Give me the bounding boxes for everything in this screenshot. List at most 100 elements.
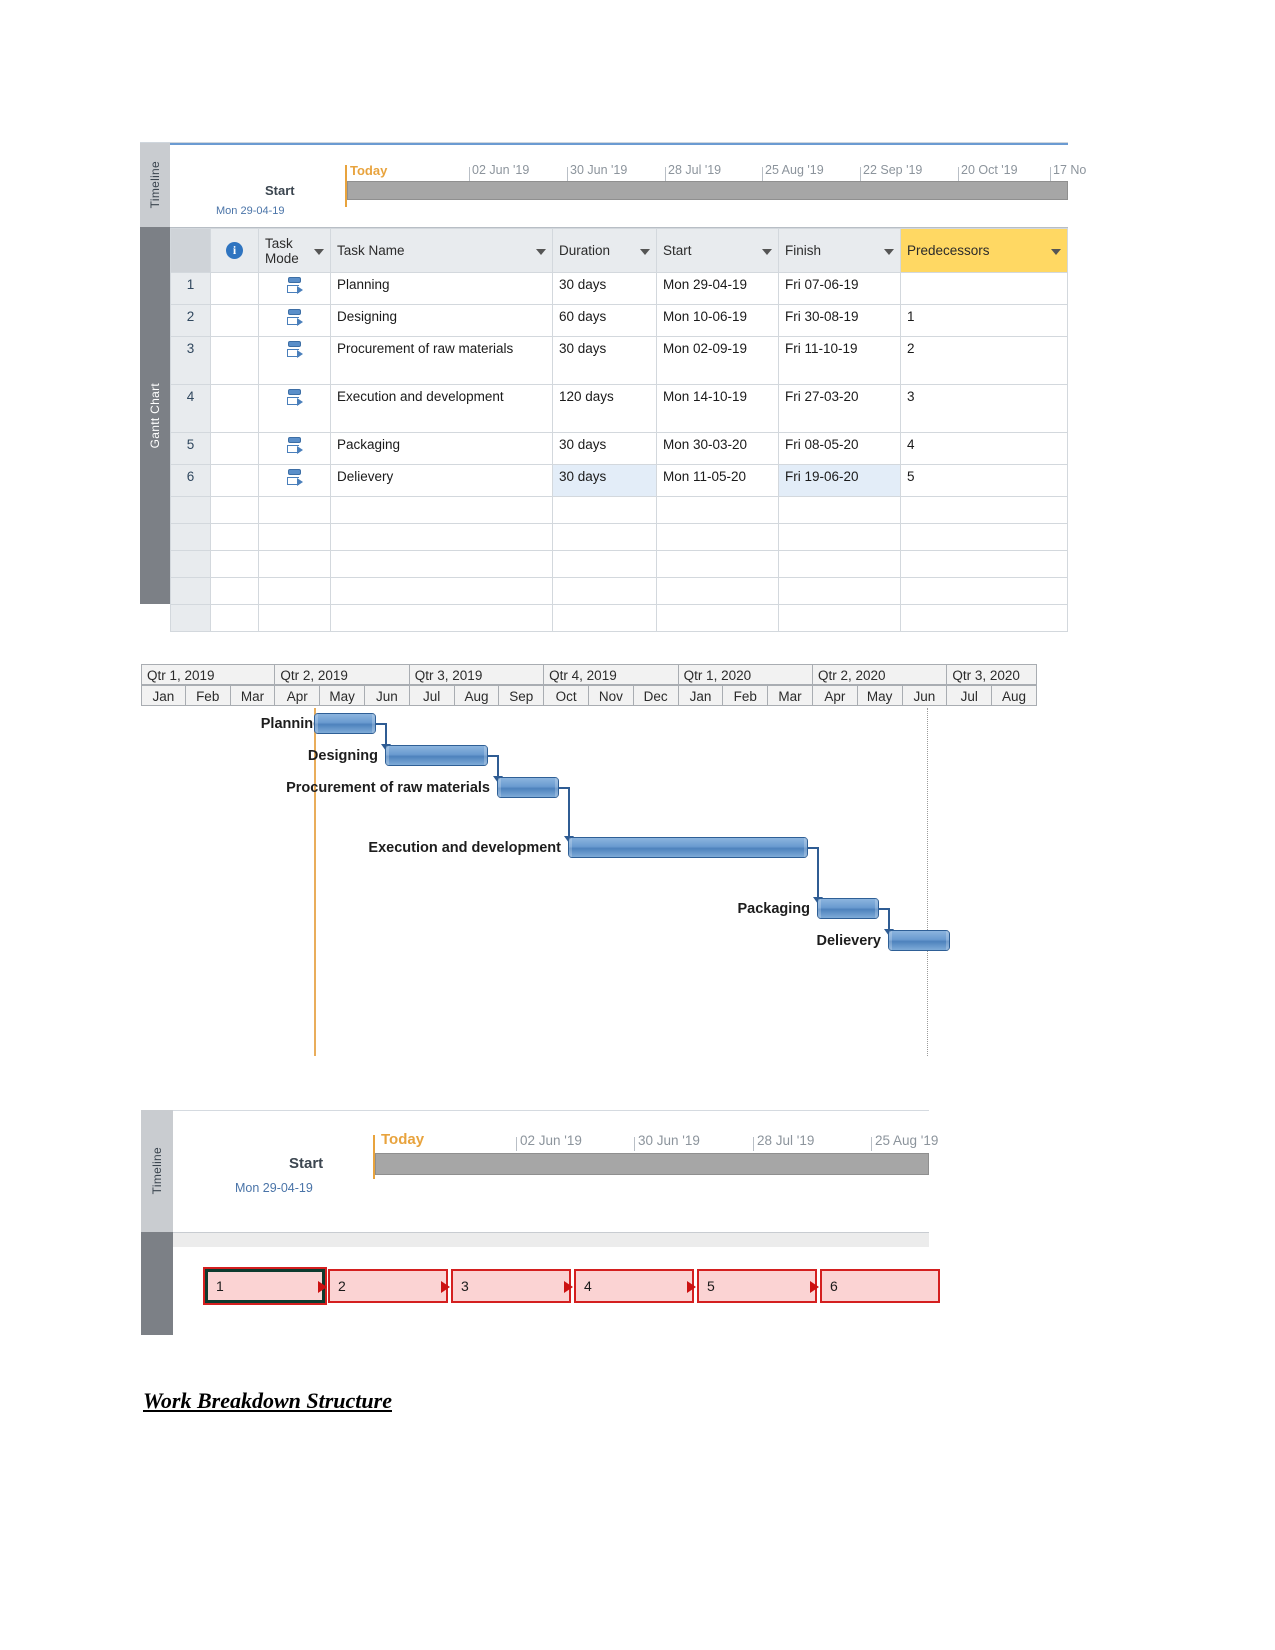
row-duration[interactable]: 30 days bbox=[552, 432, 657, 465]
row-task-mode[interactable] bbox=[258, 523, 331, 551]
row-indicator[interactable] bbox=[210, 464, 259, 497]
row-task-mode[interactable] bbox=[258, 496, 331, 524]
chevron-down-icon[interactable] bbox=[314, 248, 324, 255]
row-indicator[interactable] bbox=[210, 432, 259, 465]
row-finish[interactable]: Fri 07-06-19 bbox=[778, 272, 901, 305]
row-predecessors[interactable]: 3 bbox=[900, 384, 1068, 433]
row-id[interactable]: 1 bbox=[170, 272, 211, 305]
row-id[interactable] bbox=[170, 496, 211, 524]
row-task-name[interactable] bbox=[330, 577, 553, 605]
column-header-task-name[interactable]: Task Name bbox=[330, 228, 553, 273]
network-node[interactable]: 6 bbox=[820, 1269, 940, 1303]
row-finish[interactable]: Fri 19-06-20 bbox=[778, 464, 901, 497]
row-predecessors[interactable] bbox=[900, 272, 1068, 305]
row-predecessors[interactable]: 2 bbox=[900, 336, 1068, 385]
table-row[interactable]: 4 Execution and development 120 days Mon 14… bbox=[170, 384, 1068, 433]
row-indicator[interactable] bbox=[210, 336, 259, 385]
table-row[interactable]: 5 Packaging 30 days Mon 30-03-20 Fri 08-05-2… bbox=[170, 432, 1068, 465]
row-task-mode[interactable] bbox=[258, 550, 331, 578]
gantt-panel-tab[interactable]: Gantt Chart bbox=[140, 227, 170, 604]
column-header-predecessors[interactable]: Predecessors bbox=[900, 228, 1068, 273]
row-task-mode[interactable] bbox=[258, 604, 331, 632]
gantt-bar-packaging[interactable] bbox=[817, 898, 879, 919]
row-indicator[interactable] bbox=[210, 304, 259, 337]
row-indicator[interactable] bbox=[210, 384, 259, 433]
network-node[interactable]: 4 bbox=[574, 1269, 694, 1303]
row-duration[interactable] bbox=[552, 577, 657, 605]
column-header-task-mode[interactable]: Task Mode bbox=[258, 228, 331, 273]
row-predecessors[interactable] bbox=[900, 523, 1068, 551]
gantt-bar-procurement[interactable] bbox=[497, 777, 559, 798]
row-indicator[interactable] bbox=[210, 604, 259, 632]
chevron-down-icon[interactable] bbox=[640, 248, 650, 255]
row-start[interactable]: Mon 30-03-20 bbox=[656, 432, 779, 465]
table-row[interactable]: 6 Delievery 30 days Mon 11-05-20 Fri 19-06-2… bbox=[170, 464, 1068, 497]
network-node[interactable]: 2 bbox=[328, 1269, 448, 1303]
network-node[interactable]: 5 bbox=[697, 1269, 817, 1303]
row-finish[interactable] bbox=[778, 496, 901, 524]
row-predecessors[interactable] bbox=[900, 577, 1068, 605]
chevron-down-icon[interactable] bbox=[536, 248, 546, 255]
gantt-bar-designing[interactable] bbox=[385, 745, 488, 766]
row-indicator[interactable] bbox=[210, 550, 259, 578]
row-task-name[interactable]: Packaging bbox=[330, 432, 553, 465]
row-duration[interactable]: 60 days bbox=[552, 304, 657, 337]
row-indicator[interactable] bbox=[210, 577, 259, 605]
timeline-panel-tab[interactable]: Timeline bbox=[140, 143, 170, 227]
row-task-name[interactable]: Planning bbox=[330, 272, 553, 305]
timeline-panel-tab-bottom[interactable]: Timeline bbox=[141, 1110, 173, 1232]
table-row-empty[interactable] bbox=[170, 550, 1068, 578]
chevron-down-icon[interactable] bbox=[884, 248, 894, 255]
row-finish[interactable]: Fri 11-10-19 bbox=[778, 336, 901, 385]
row-task-mode[interactable] bbox=[258, 464, 331, 497]
row-id[interactable] bbox=[170, 604, 211, 632]
row-predecessors[interactable] bbox=[900, 496, 1068, 524]
row-start[interactable] bbox=[656, 577, 779, 605]
column-header-id[interactable] bbox=[170, 228, 211, 273]
table-row-empty[interactable] bbox=[170, 577, 1068, 605]
task-grid[interactable]: i Task Mode Task Name Duration Start Fin… bbox=[170, 227, 1068, 632]
row-predecessors[interactable] bbox=[900, 550, 1068, 578]
row-finish[interactable] bbox=[778, 577, 901, 605]
row-predecessors[interactable]: 5 bbox=[900, 464, 1068, 497]
row-task-name[interactable] bbox=[330, 523, 553, 551]
row-task-mode[interactable] bbox=[258, 272, 331, 305]
row-start[interactable] bbox=[656, 550, 779, 578]
table-row-empty[interactable] bbox=[170, 523, 1068, 551]
gantt-bar-planning[interactable] bbox=[314, 713, 376, 734]
row-duration[interactable]: 30 days bbox=[552, 272, 657, 305]
row-finish[interactable] bbox=[778, 604, 901, 632]
network-node[interactable]: 3 bbox=[451, 1269, 571, 1303]
row-predecessors[interactable]: 4 bbox=[900, 432, 1068, 465]
table-row-empty[interactable] bbox=[170, 604, 1068, 632]
row-start[interactable] bbox=[656, 604, 779, 632]
row-task-mode[interactable] bbox=[258, 577, 331, 605]
row-task-mode[interactable] bbox=[258, 384, 331, 433]
table-row-empty[interactable] bbox=[170, 496, 1068, 524]
row-id[interactable] bbox=[170, 550, 211, 578]
row-duration[interactable]: 120 days bbox=[552, 384, 657, 433]
row-indicator[interactable] bbox=[210, 496, 259, 524]
row-start[interactable]: Mon 11-05-20 bbox=[656, 464, 779, 497]
row-task-name[interactable] bbox=[330, 496, 553, 524]
row-task-name[interactable]: Execution and development bbox=[330, 384, 553, 433]
column-header-finish[interactable]: Finish bbox=[778, 228, 901, 273]
row-task-name[interactable]: Designing bbox=[330, 304, 553, 337]
row-id[interactable]: 5 bbox=[170, 432, 211, 465]
row-id[interactable]: 2 bbox=[170, 304, 211, 337]
row-start[interactable]: Mon 02-09-19 bbox=[656, 336, 779, 385]
row-finish[interactable] bbox=[778, 550, 901, 578]
row-duration[interactable] bbox=[552, 496, 657, 524]
row-finish[interactable]: Fri 08-05-20 bbox=[778, 432, 901, 465]
row-finish[interactable] bbox=[778, 523, 901, 551]
row-start[interactable]: Mon 14-10-19 bbox=[656, 384, 779, 433]
row-id[interactable]: 4 bbox=[170, 384, 211, 433]
row-predecessors[interactable]: 1 bbox=[900, 304, 1068, 337]
row-predecessors[interactable] bbox=[900, 604, 1068, 632]
row-start[interactable]: Mon 10-06-19 bbox=[656, 304, 779, 337]
row-id[interactable] bbox=[170, 523, 211, 551]
network-node[interactable]: 1 bbox=[203, 1267, 327, 1305]
row-duration[interactable] bbox=[552, 523, 657, 551]
row-task-mode[interactable] bbox=[258, 432, 331, 465]
row-indicator[interactable] bbox=[210, 272, 259, 305]
